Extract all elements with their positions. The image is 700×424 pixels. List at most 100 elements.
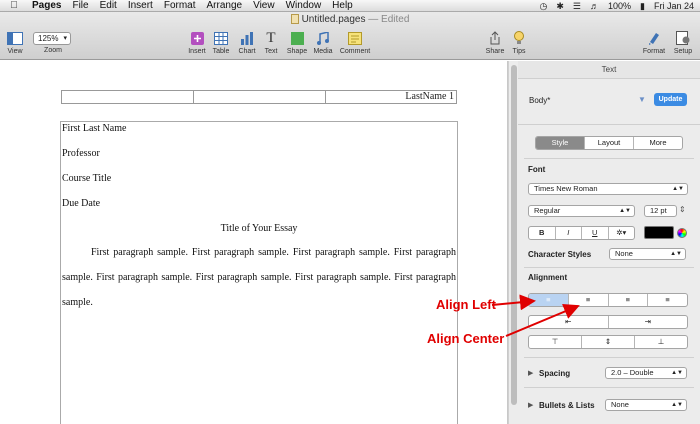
disclosure-triangle-icon[interactable]: ▶ [528, 401, 533, 409]
insert-icon [189, 30, 205, 46]
align-right-icon: ≡ [625, 295, 631, 304]
tips-button[interactable]: Tips [509, 30, 529, 55]
chevron-down-icon: ▾ [63, 35, 67, 42]
shape-label: Shape [286, 48, 308, 55]
insert-button[interactable]: Insert [186, 30, 208, 55]
divider [524, 267, 694, 268]
indent-buttons: ⇤ ⇥ [528, 315, 688, 329]
text-color-well[interactable] [644, 226, 674, 239]
bullets-lists-section-label[interactable]: Bullets & Lists [539, 401, 595, 410]
vertical-alignment-buttons: ⊤ ⇕ ⊥ [528, 335, 688, 349]
menu-window[interactable]: Window [286, 0, 322, 11]
chart-button[interactable]: Chart [236, 30, 258, 55]
align-center-button[interactable]: ≡ [569, 294, 609, 306]
tab-more[interactable]: More [634, 137, 682, 149]
menu-arrange[interactable]: Arrange [207, 0, 243, 11]
due-date-line[interactable]: Due Date [62, 197, 456, 222]
disclosure-triangle-icon[interactable]: ▶ [528, 369, 533, 377]
header-table[interactable]: LastName 1 [61, 90, 457, 104]
header-cell-right[interactable]: LastName 1 [326, 91, 456, 103]
wifi-icon[interactable]: ☰ [573, 1, 581, 12]
apple-icon[interactable]:  [6, 0, 22, 11]
underline-button[interactable]: U [582, 227, 609, 239]
justify-button[interactable]: ≡ [648, 294, 687, 306]
zoom-select[interactable]: 125% ▾ [33, 32, 71, 45]
menu-edit[interactable]: Edit [100, 0, 117, 11]
paragraph-style-name[interactable]: Body* [529, 96, 550, 105]
annotation-align-left: Align Left [436, 297, 496, 312]
bold-button[interactable]: B [529, 227, 556, 239]
document-body[interactable]: First Last Name Professor Course Title D… [62, 122, 456, 315]
battery-percent[interactable]: 100% [608, 1, 631, 11]
decrease-indent-button[interactable]: ⇤ [529, 316, 609, 328]
time-machine-icon[interactable]: ◷ [540, 1, 548, 12]
window-filename: Untitled.pages [301, 14, 366, 25]
updown-chevron-icon: ▲▼ [672, 186, 684, 192]
share-button[interactable]: Share [484, 30, 506, 55]
view-button[interactable]: View [4, 30, 26, 55]
text-options-gear-button[interactable]: ✲▾ [609, 227, 635, 239]
tab-layout[interactable]: Layout [585, 137, 634, 149]
format-label: Format [642, 48, 666, 55]
document-canvas[interactable]: LastName 1 First Last Name Professor Cou… [0, 61, 508, 424]
align-top-button[interactable]: ⊤ [529, 336, 582, 348]
font-style-select[interactable]: Regular ▲▼ [528, 205, 635, 217]
toolbar: Untitled.pages — Edited View 125% ▾ Zoom… [0, 12, 700, 60]
comment-button[interactable]: Comment [338, 30, 372, 55]
share-label: Share [485, 48, 505, 55]
professor-line[interactable]: Professor [62, 147, 456, 172]
align-middle-button[interactable]: ⇕ [582, 336, 635, 348]
indent-icon: ⇥ [644, 317, 651, 326]
menu-help[interactable]: Help [332, 0, 353, 11]
first-paragraph[interactable]: First paragraph sample. First paragraph … [62, 240, 456, 315]
bullets-lists-select[interactable]: None ▲▼ [605, 399, 687, 411]
text-button[interactable]: T Text [261, 30, 281, 56]
chevron-down-icon[interactable]: ▼ [638, 95, 646, 104]
menu-app-name[interactable]: Pages [32, 0, 61, 11]
font-size-stepper[interactable]: ⇕ [679, 205, 686, 214]
font-section-label: Font [528, 165, 546, 174]
format-button[interactable]: Format [642, 30, 666, 55]
media-button[interactable]: Media [312, 30, 334, 55]
table-icon [213, 30, 229, 46]
document-scrollbar[interactable] [508, 61, 518, 424]
align-top-icon: ⊤ [551, 337, 559, 346]
font-style-value: Regular [534, 206, 561, 215]
zoom-value: 125% [38, 34, 59, 43]
tab-style[interactable]: Style [536, 137, 585, 149]
spacing-section-label[interactable]: Spacing [539, 369, 570, 378]
color-wheel-icon[interactable] [677, 228, 687, 238]
increase-indent-button[interactable]: ⇥ [609, 316, 688, 328]
volume-icon[interactable]: ♬ [590, 1, 599, 11]
font-size-field[interactable]: 12 pt [644, 205, 677, 217]
course-title-line[interactable]: Course Title [62, 172, 456, 197]
align-left-button[interactable]: ≡ [529, 294, 569, 306]
alignment-buttons: ≡ ≡ ≡ ≡ [528, 293, 688, 307]
setup-button[interactable]: Setup [671, 30, 695, 55]
header-cell-left[interactable] [62, 91, 194, 103]
update-style-button[interactable]: Update [654, 93, 687, 106]
menu-format[interactable]: Format [164, 0, 196, 11]
divider [524, 387, 694, 388]
line-spacing-select[interactable]: 2.0 – Double ▲▼ [605, 367, 687, 379]
sidebar-icon [7, 30, 23, 46]
clock[interactable]: Fri Jan 24 [654, 1, 694, 11]
tips-label: Tips [512, 48, 526, 55]
scrollbar-thumb[interactable] [511, 65, 517, 405]
font-family-value: Times New Roman [534, 184, 598, 193]
student-name-line[interactable]: First Last Name [62, 122, 456, 147]
table-button[interactable]: Table [210, 30, 232, 55]
italic-button[interactable]: I [556, 227, 582, 239]
menu-insert[interactable]: Insert [128, 0, 153, 11]
bluetooth-icon[interactable]: ✱ [556, 1, 564, 12]
font-family-select[interactable]: Times New Roman ▲▼ [528, 183, 688, 195]
menu-file[interactable]: File [72, 0, 88, 11]
character-styles-select[interactable]: None ▲▼ [609, 248, 686, 260]
menu-view[interactable]: View [253, 0, 275, 11]
battery-icon[interactable]: ▮ [640, 1, 645, 12]
shape-button[interactable]: Shape [286, 30, 308, 55]
header-cell-middle[interactable] [194, 91, 326, 103]
chart-label: Chart [238, 48, 256, 55]
align-bottom-button[interactable]: ⊥ [635, 336, 687, 348]
align-right-button[interactable]: ≡ [609, 294, 649, 306]
